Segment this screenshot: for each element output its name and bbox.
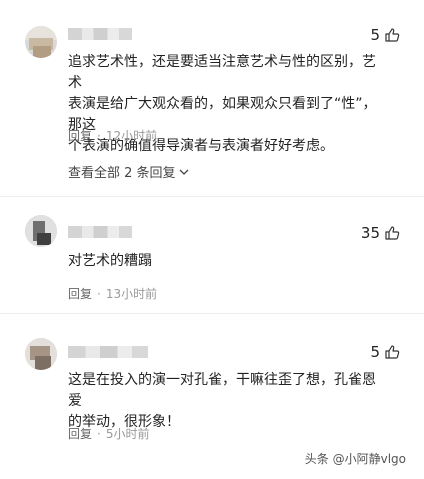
divider xyxy=(0,196,424,197)
reply-button[interactable]: 回复 xyxy=(68,127,92,144)
timestamp: 5小时前 xyxy=(105,427,150,441)
like-count: 5 xyxy=(370,26,380,44)
avatar[interactable] xyxy=(25,215,57,247)
reply-button[interactable]: 回复 xyxy=(68,425,92,442)
thumbs-up-icon xyxy=(385,28,400,42)
separator-dot: · xyxy=(97,426,101,441)
like-button[interactable]: 35 xyxy=(361,224,400,242)
comment-text: 这是在投入的演一对孔雀，干嘛往歪了想，孔雀恩爱 的举动，很形象！ xyxy=(68,372,376,430)
view-replies-label: 查看全部 2 条回复 xyxy=(68,166,176,181)
username[interactable] xyxy=(68,226,132,238)
avatar[interactable] xyxy=(25,338,57,370)
view-replies-link[interactable]: 查看全部 2 条回复 xyxy=(68,162,189,181)
like-button[interactable]: 5 xyxy=(370,343,400,361)
reply-button[interactable]: 回复 xyxy=(68,285,92,302)
chevron-down-icon xyxy=(179,169,189,175)
comment-meta: 回复 · 12小时前 xyxy=(68,127,157,144)
separator-dot: · xyxy=(97,286,101,301)
like-count: 35 xyxy=(360,224,380,242)
thumbs-up-icon xyxy=(385,345,400,359)
comment-text: 对艺术的糟蹋 xyxy=(68,253,152,269)
comment-meta: 回复 · 5小时前 xyxy=(68,425,149,442)
timestamp: 13小时前 xyxy=(105,287,158,301)
avatar[interactable] xyxy=(25,26,57,58)
divider xyxy=(0,313,424,314)
comment-meta: 回复 · 13小时前 xyxy=(68,285,157,302)
like-count: 5 xyxy=(370,343,380,361)
username[interactable] xyxy=(68,28,132,40)
username[interactable] xyxy=(68,346,148,358)
timestamp: 12小时前 xyxy=(105,129,158,143)
like-button[interactable]: 5 xyxy=(370,26,400,44)
separator-dot: · xyxy=(97,128,101,143)
thumbs-up-icon xyxy=(385,226,400,240)
watermark: 头条 @小阿静vlgo xyxy=(304,452,406,466)
